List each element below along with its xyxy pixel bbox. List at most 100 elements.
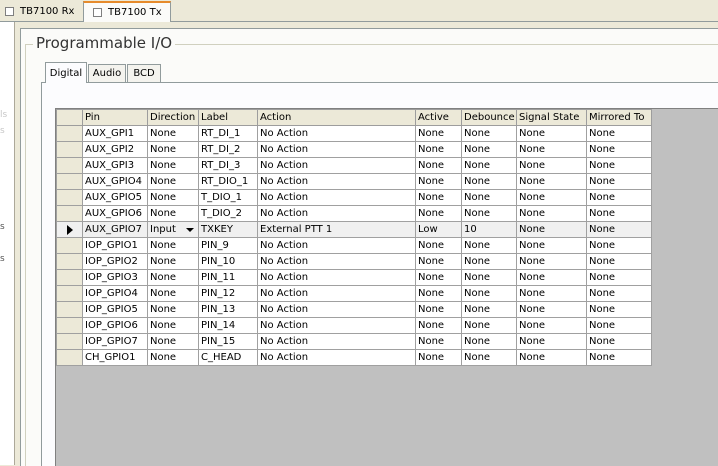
- label-cell[interactable]: RT_DI_3: [198, 157, 258, 174]
- direction-dropdown[interactable]: Input: [150, 223, 198, 237]
- column-header-active[interactable]: Active: [415, 109, 462, 126]
- row-header[interactable]: [56, 221, 83, 238]
- direction-cell[interactable]: None: [147, 301, 199, 318]
- direction-cell[interactable]: None: [147, 333, 199, 350]
- active-cell[interactable]: Low: [415, 221, 462, 238]
- mirrored-to-cell[interactable]: None: [586, 301, 652, 318]
- table-row[interactable]: AUX_GPIO4 None RT_DIO_1 No Action None None No…: [56, 173, 652, 190]
- row-header[interactable]: [56, 237, 83, 254]
- column-header-signal-state[interactable]: Signal State: [516, 109, 587, 126]
- direction-cell[interactable]: None: [147, 157, 199, 174]
- row-header[interactable]: [56, 269, 83, 286]
- mirrored-to-cell[interactable]: None: [586, 269, 652, 286]
- debounce-cell[interactable]: None: [461, 253, 517, 270]
- active-cell[interactable]: None: [415, 125, 462, 142]
- row-header[interactable]: [56, 349, 83, 366]
- label-cell[interactable]: PIN_15: [198, 333, 258, 350]
- pin-cell[interactable]: AUX_GPIO4: [82, 173, 148, 190]
- pin-cell[interactable]: IOP_GPIO3: [82, 269, 148, 286]
- doc-tab-tx[interactable]: TB7100 Tx: [83, 1, 171, 22]
- table-row[interactable]: AUX_GPIO7 Input TXKEY External PTT 1 Low 10 No…: [56, 221, 652, 238]
- mirrored-to-cell[interactable]: None: [586, 189, 652, 206]
- signal-state-cell[interactable]: None: [516, 237, 587, 254]
- label-cell[interactable]: PIN_11: [198, 269, 258, 286]
- pin-cell[interactable]: AUX_GPIO7: [82, 221, 148, 238]
- signal-state-cell[interactable]: None: [516, 157, 587, 174]
- debounce-cell[interactable]: None: [461, 173, 517, 190]
- action-cell[interactable]: No Action: [257, 301, 416, 318]
- signal-state-cell[interactable]: None: [516, 125, 587, 142]
- pin-cell[interactable]: IOP_GPIO2: [82, 253, 148, 270]
- row-header[interactable]: [56, 333, 83, 350]
- active-cell[interactable]: None: [415, 333, 462, 350]
- table-row[interactable]: IOP_GPIO1 None PIN_9 No Action None None None N…: [56, 237, 652, 254]
- label-cell[interactable]: PIN_14: [198, 317, 258, 334]
- doc-tab-rx[interactable]: TB7100 Rx: [0, 1, 83, 21]
- debounce-cell[interactable]: 10: [461, 221, 517, 238]
- chevron-down-icon[interactable]: [186, 227, 194, 232]
- action-cell[interactable]: No Action: [257, 173, 416, 190]
- direction-cell[interactable]: Input: [147, 221, 199, 238]
- pin-cell[interactable]: AUX_GPI2: [82, 141, 148, 158]
- action-cell[interactable]: No Action: [257, 157, 416, 174]
- active-cell[interactable]: None: [415, 141, 462, 158]
- direction-cell[interactable]: None: [147, 173, 199, 190]
- signal-state-cell[interactable]: None: [516, 141, 587, 158]
- label-cell[interactable]: PIN_10: [198, 253, 258, 270]
- mirrored-to-cell[interactable]: None: [586, 205, 652, 222]
- action-cell[interactable]: No Action: [257, 205, 416, 222]
- action-cell[interactable]: No Action: [257, 141, 416, 158]
- debounce-cell[interactable]: None: [461, 317, 517, 334]
- active-cell[interactable]: None: [415, 157, 462, 174]
- direction-cell[interactable]: None: [147, 269, 199, 286]
- action-cell[interactable]: No Action: [257, 125, 416, 142]
- table-row[interactable]: CH_GPIO1 None C_HEAD No Action None None None N…: [56, 349, 652, 366]
- action-cell[interactable]: No Action: [257, 333, 416, 350]
- debounce-cell[interactable]: None: [461, 125, 517, 142]
- debounce-cell[interactable]: None: [461, 301, 517, 318]
- table-row[interactable]: AUX_GPI1 None RT_DI_1 No Action None None None…: [56, 125, 652, 142]
- debounce-cell[interactable]: None: [461, 237, 517, 254]
- active-cell[interactable]: None: [415, 173, 462, 190]
- action-cell[interactable]: No Action: [257, 269, 416, 286]
- action-cell[interactable]: No Action: [257, 317, 416, 334]
- label-cell[interactable]: RT_DI_1: [198, 125, 258, 142]
- table-row[interactable]: IOP_GPIO3 None PIN_11 No Action None None None…: [56, 269, 652, 286]
- mirrored-to-cell[interactable]: None: [586, 317, 652, 334]
- tab-bcd[interactable]: BCD: [127, 64, 161, 82]
- mirrored-to-cell[interactable]: None: [586, 237, 652, 254]
- signal-state-cell[interactable]: None: [516, 285, 587, 302]
- mirrored-to-cell[interactable]: None: [586, 221, 652, 238]
- active-cell[interactable]: None: [415, 269, 462, 286]
- signal-state-cell[interactable]: None: [516, 333, 587, 350]
- table-row[interactable]: IOP_GPIO7 None PIN_15 No Action None None None…: [56, 333, 652, 350]
- row-header[interactable]: [56, 301, 83, 318]
- label-cell[interactable]: RT_DIO_1: [198, 173, 258, 190]
- table-row[interactable]: IOP_GPIO5 None PIN_13 No Action None None None…: [56, 301, 652, 318]
- signal-state-cell[interactable]: None: [516, 253, 587, 270]
- direction-cell[interactable]: None: [147, 237, 199, 254]
- row-header[interactable]: [56, 189, 83, 206]
- action-cell[interactable]: No Action: [257, 285, 416, 302]
- tab-digital[interactable]: Digital: [45, 62, 87, 83]
- row-header[interactable]: [56, 317, 83, 334]
- pin-cell[interactable]: IOP_GPIO7: [82, 333, 148, 350]
- direction-cell[interactable]: None: [147, 317, 199, 334]
- pin-cell[interactable]: AUX_GPIO5: [82, 189, 148, 206]
- row-header[interactable]: [56, 141, 83, 158]
- label-cell[interactable]: T_DIO_1: [198, 189, 258, 206]
- signal-state-cell[interactable]: None: [516, 189, 587, 206]
- active-cell[interactable]: None: [415, 205, 462, 222]
- nav-fragment[interactable]: s: [0, 254, 5, 264]
- action-cell[interactable]: No Action: [257, 189, 416, 206]
- table-row[interactable]: AUX_GPIO6 None T_DIO_2 No Action None None Non…: [56, 205, 652, 222]
- left-navigation-panel[interactable]: ls s s s: [0, 22, 15, 465]
- mirrored-to-cell[interactable]: None: [586, 333, 652, 350]
- pin-cell[interactable]: IOP_GPIO4: [82, 285, 148, 302]
- debounce-cell[interactable]: None: [461, 285, 517, 302]
- table-row[interactable]: IOP_GPIO6 None PIN_14 No Action None None None…: [56, 317, 652, 334]
- mirrored-to-cell[interactable]: None: [586, 141, 652, 158]
- pin-cell[interactable]: CH_GPIO1: [82, 349, 148, 366]
- direction-cell[interactable]: None: [147, 205, 199, 222]
- direction-cell[interactable]: None: [147, 253, 199, 270]
